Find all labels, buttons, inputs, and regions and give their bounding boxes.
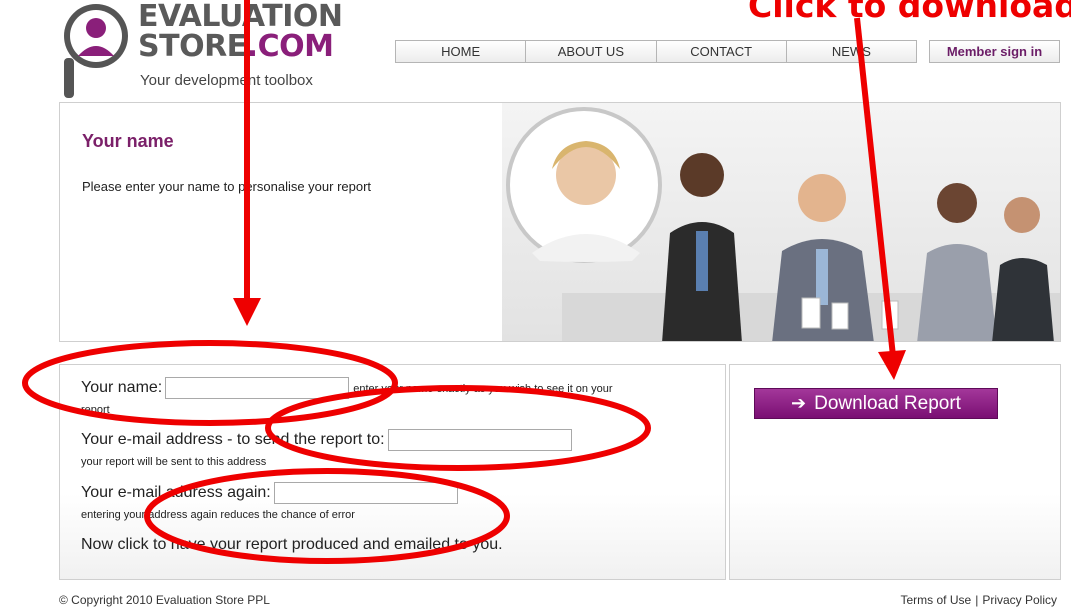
copyright-text: © Copyright 2010 Evaluation Store PPL [59,593,270,607]
member-signin-button[interactable]: Member sign in [929,40,1060,63]
magnifier-person-icon [64,4,128,98]
business-team-photo [502,103,1060,341]
privacy-policy-link[interactable]: Privacy Policy [982,593,1057,607]
name-input[interactable] [165,377,350,399]
nav-news[interactable]: NEWS [786,41,916,62]
arrow-right-icon: ➔ [791,393,807,413]
name-label: Your name: [81,379,163,397]
annotation-callout-text: Click to download [748,0,1071,25]
download-panel: ➔ Download Report [729,364,1061,580]
email-confirm-label: Your e-mail address again: [81,484,271,502]
logo-tagline: Your development toolbox [140,72,313,89]
name-hint: enter your name exactly as you wish to s… [353,383,613,396]
download-report-button[interactable]: ➔ Download Report [754,388,998,419]
name-row: Your name: enter your name exactly as you… [81,377,613,399]
email-hint: your report will be sent to this address [81,456,267,468]
email-input[interactable] [387,429,572,451]
terms-of-use-link[interactable]: Terms of Use [901,593,972,607]
page-title: Your name [82,131,174,151]
nav-about-us[interactable]: ABOUT US [526,41,657,62]
logo-wordmark-line2: STORE.COM [138,29,334,64]
email-confirm-row: Your e-mail address again: [81,482,458,504]
logo-wordmark-line1: EVALUATION [138,0,343,34]
page-intro-text: Please enter your name to personalise yo… [82,179,372,194]
footer-separator: | [975,593,979,607]
main-nav: HOME ABOUT US CONTACT NEWS [395,40,917,63]
nav-contact[interactable]: CONTACT [656,41,787,62]
email-confirm-input[interactable] [273,482,458,504]
download-report-label: Download Report [814,393,961,414]
report-form: Your name: enter your name exactly as you… [59,364,726,580]
email-label: Your e-mail address - to send the report… [81,431,385,449]
footer-links: Terms of Use | Privacy Policy [901,593,1058,607]
submit-instruction: Now click to have your report produced a… [81,536,503,553]
email-confirm-hint: entering your address again reduces the … [81,509,355,521]
nav-home[interactable]: HOME [396,41,527,62]
hero-panel: Your name Please enter your name to pers… [59,102,1061,342]
email-row: Your e-mail address - to send the report… [81,429,572,451]
name-hint-continued: report [81,404,110,416]
site-logo[interactable]: EVALUATION STORE.COM Your development to… [56,0,356,100]
